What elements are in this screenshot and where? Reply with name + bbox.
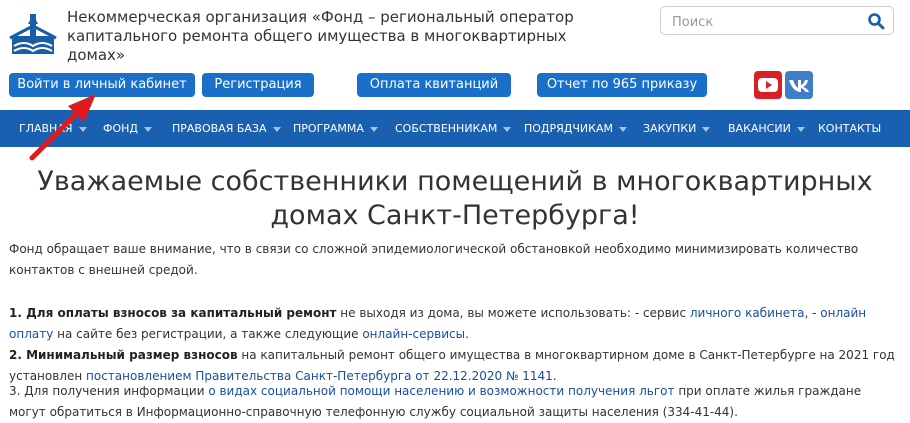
item-heading: 2. Минимальный размер взносов [9, 348, 238, 362]
nav-label: СОБСТВЕННИКАМ [395, 122, 498, 135]
nav-item-legal[interactable]: ПРАВОВАЯ БАЗА [172, 110, 281, 147]
list-item-payment: 1. Для оплаты взносов за капитальный рем… [9, 303, 899, 345]
nav-label: ПОДРЯДЧИКАМ [524, 122, 613, 135]
chevron-down-icon [144, 126, 152, 132]
nav-item-program[interactable]: ПРОГРАММА [293, 110, 378, 147]
annotation-arrow-icon [29, 94, 96, 161]
nav-label: КОНТАКТЫ [818, 122, 882, 135]
report-965-button[interactable]: Отчет по 965 приказу [537, 73, 707, 97]
payment-button[interactable]: Оплата квитанций [357, 73, 511, 97]
list-item-social-help: 3. Для получения информации о видах соци… [9, 381, 899, 423]
main-nav: ГЛАВНАЯ ФОНД ПРАВОВАЯ БАЗА ПРОГРАММА СОБ… [0, 110, 910, 147]
chevron-down-icon [503, 126, 512, 132]
chevron-down-icon [369, 126, 378, 132]
nav-item-fund[interactable]: ФОНД [103, 110, 152, 147]
chevron-down-icon [796, 126, 805, 132]
youtube-icon[interactable] [754, 71, 782, 99]
nav-label: ПРАВОВАЯ БАЗА [172, 122, 267, 135]
item-text: . [465, 327, 469, 341]
nav-item-contractors[interactable]: ПОДРЯДЧИКАМ [524, 110, 627, 147]
social-help-link[interactable]: о видах социальной помощи населению и во… [208, 384, 674, 398]
vk-icon[interactable] [785, 71, 813, 99]
nav-item-purchases[interactable]: ЗАКУПКИ [643, 110, 711, 147]
intro-paragraph: Фонд обращает ваше внимание, что в связи… [9, 242, 859, 277]
nav-label: ЗАКУПКИ [643, 122, 697, 135]
item-text: , - [804, 306, 821, 320]
search-input[interactable] [670, 12, 864, 32]
item-heading: 1. Для оплаты взносов за капитальный рем… [9, 306, 337, 320]
nav-label: ПРОГРАММА [293, 122, 364, 135]
logo[interactable] [8, 12, 58, 56]
nav-label: ФОНД [103, 122, 138, 135]
item-text: на сайте без регистрации, а также следую… [53, 327, 363, 341]
search-box[interactable] [660, 6, 894, 35]
nav-item-contacts[interactable]: КОНТАКТЫ [818, 110, 881, 147]
site-header: Некоммерческая организация «Фонд – регио… [0, 0, 910, 110]
chevron-down-icon [272, 126, 281, 132]
online-services-link[interactable]: онлайн-сервисы [362, 327, 465, 341]
nav-label: ВАКАНСИИ [728, 122, 791, 135]
item-text: не выходя из дома, вы можете использоват… [336, 306, 690, 320]
page-title: Уважаемые собственники помещений в много… [37, 166, 873, 231]
chevron-down-icon [702, 126, 711, 132]
item-text: 3. Для получения информации [9, 384, 209, 398]
nav-item-vacancies[interactable]: ВАКАНСИИ [728, 110, 805, 147]
search-icon[interactable] [867, 12, 885, 30]
org-name: Некоммерческая организация «Фонд – регио… [67, 8, 574, 64]
nav-item-owners[interactable]: СОБСТВЕННИКАМ [395, 110, 512, 147]
logo-icon [9, 14, 57, 54]
register-button[interactable]: Регистрация [202, 73, 314, 97]
personal-account-link[interactable]: личного кабинета [690, 306, 805, 320]
chevron-down-icon [619, 126, 627, 132]
